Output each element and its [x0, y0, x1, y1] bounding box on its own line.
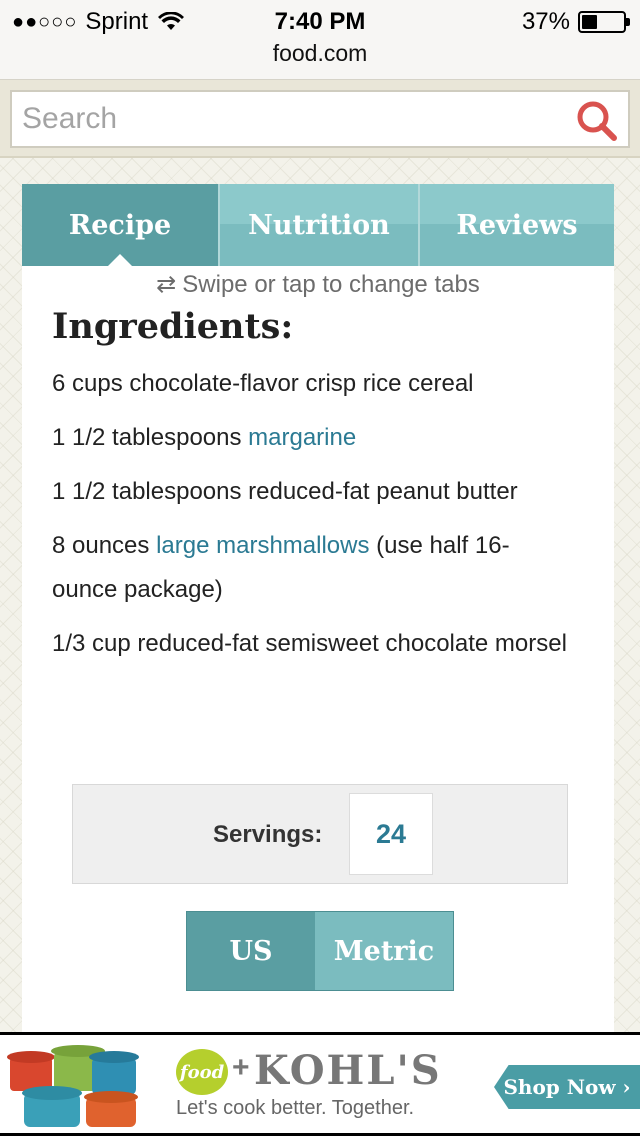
shop-now-button[interactable]: Shop Now ›	[494, 1065, 640, 1109]
ingredients-heading: Ingredients:	[52, 306, 294, 347]
ad-banner[interactable]: food + KOHL'S Let's cook better. Togethe…	[0, 1032, 640, 1136]
ingredient-text: 6 cups chocolate-flavor crisp rice cerea…	[52, 370, 474, 397]
unit-us-button[interactable]: US	[187, 912, 315, 990]
kohls-logo: KOHL'S	[254, 1047, 442, 1094]
battery-level	[582, 15, 597, 29]
tab-reviews[interactable]: Reviews	[418, 184, 614, 266]
servings-label: Servings:	[213, 821, 323, 848]
tab-label: Recipe	[68, 209, 172, 241]
servings-input[interactable]: 24	[349, 793, 433, 875]
tab-label: Reviews	[456, 209, 578, 241]
food-network-logo: food	[176, 1049, 228, 1095]
swipe-hint: ⇄ Swipe or tap to change tabs	[22, 270, 614, 299]
tab-label: Nutrition	[248, 209, 390, 241]
ingredient-item: 1 1/2 tablespoons margarine	[52, 416, 572, 460]
cookware-image	[7, 1045, 139, 1127]
ingredient-link-marshmallows[interactable]: large marshmallows	[156, 532, 369, 559]
ingredient-text: 1/3 cup reduced-fat semisweet chocolate …	[52, 630, 567, 657]
recipe-card: Recipe Nutrition Reviews ⇄ Swipe or tap t…	[22, 184, 614, 1044]
search-input[interactable]	[22, 92, 562, 146]
search-box	[10, 90, 630, 148]
ingredient-text: 8 ounces	[52, 532, 157, 559]
ingredient-link-margarine[interactable]: margarine	[248, 424, 356, 451]
servings-box: Servings: 24	[72, 784, 568, 884]
battery-percent: 37%	[521, 8, 570, 35]
unit-toggle: US Metric	[186, 911, 454, 991]
ad-plus: +	[232, 1051, 250, 1084]
status-bar: ●●○○○ Sprint 7:40 PM 37% food.com	[0, 0, 640, 80]
unit-metric-button[interactable]: Metric	[315, 912, 453, 990]
ingredient-item: 1 1/2 tablespoons reduced-fat peanut but…	[52, 470, 572, 514]
ingredient-text: 1 1/2 tablespoons	[52, 424, 249, 451]
tab-bar: Recipe Nutrition Reviews	[22, 184, 614, 266]
ingredient-text: 1 1/2 tablespoons reduced-fat peanut but…	[52, 478, 518, 505]
active-tab-pointer	[108, 254, 132, 266]
address-url[interactable]: food.com	[0, 40, 640, 67]
swipe-hint-text: Swipe or tap to change tabs	[182, 271, 480, 298]
swap-arrows-icon: ⇄	[156, 271, 177, 298]
ingredient-item: 6 cups chocolate-flavor crisp rice cerea…	[52, 362, 572, 406]
ingredient-item: 1/3 cup reduced-fat semisweet chocolate …	[52, 622, 572, 666]
ingredient-item: 8 ounces large marshmallows (use half 16…	[52, 524, 572, 612]
ad-tagline: Let's cook better. Together.	[176, 1097, 415, 1119]
tab-nutrition[interactable]: Nutrition	[218, 184, 418, 266]
search-icon[interactable]	[574, 98, 620, 144]
status-right: 37%	[521, 8, 630, 36]
search-bar	[0, 80, 640, 158]
ingredient-list: 6 cups chocolate-flavor crisp rice cerea…	[52, 362, 572, 676]
battery-icon	[578, 11, 630, 33]
